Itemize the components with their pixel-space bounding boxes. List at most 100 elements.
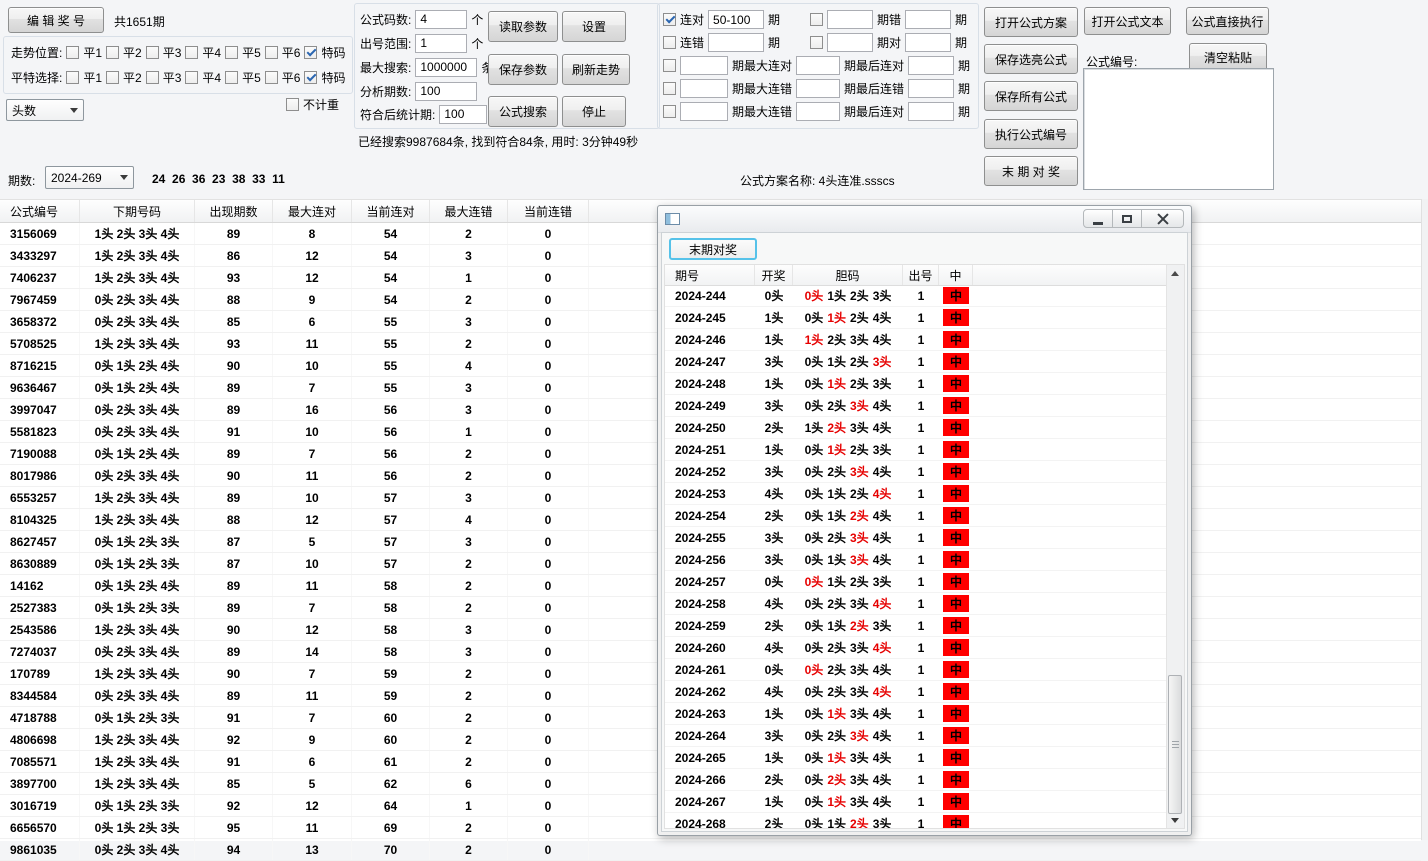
close-button[interactable] xyxy=(1141,209,1184,228)
condition-input[interactable]: 50-100 xyxy=(708,10,764,29)
popup-table-row[interactable]: 2024-2651头0头1头3头4头1中 xyxy=(665,747,1167,769)
popup-table-row[interactable]: 2024-2440头0头1头2头3头1中 xyxy=(665,285,1167,307)
condition-checkbox[interactable] xyxy=(810,36,823,49)
no-repeat-option[interactable]: 不计重 xyxy=(286,96,343,112)
popup-table-row[interactable]: 2024-2662头0头2头3头4头1中 xyxy=(665,769,1167,791)
condition-input[interactable] xyxy=(708,33,764,52)
checkbox-平1[interactable] xyxy=(66,71,79,84)
popup-table-row[interactable]: 2024-2570头0头1头2头3头1中 xyxy=(665,571,1167,593)
condition-input[interactable] xyxy=(905,10,951,29)
checkbox-平5[interactable] xyxy=(225,46,238,59)
condition-checkbox[interactable] xyxy=(663,82,676,95)
popup-scrollbar[interactable] xyxy=(1166,265,1184,828)
popup-table-row[interactable]: 2024-2542头0头1头2头4头1中 xyxy=(665,505,1167,527)
button-停止[interactable]: 停止 xyxy=(562,96,626,127)
minimize-button[interactable] xyxy=(1083,209,1113,228)
condition-checkbox[interactable] xyxy=(663,36,676,49)
button-保存参数[interactable]: 保存参数 xyxy=(488,54,558,85)
button-公式搜索[interactable]: 公式搜索 xyxy=(488,96,558,127)
condition-input[interactable] xyxy=(905,33,951,52)
condition-input[interactable] xyxy=(908,79,954,98)
checkbox-平3[interactable] xyxy=(146,46,159,59)
condition-label: 期最后连错 xyxy=(844,80,904,97)
no-repeat-checkbox[interactable] xyxy=(286,98,299,111)
condition-input[interactable] xyxy=(827,33,873,52)
condition-input[interactable] xyxy=(796,56,840,75)
popup-table-row[interactable]: 2024-2604头0头2头3头4头1中 xyxy=(665,637,1167,659)
checkbox-平4[interactable] xyxy=(185,46,198,59)
popup-table-row[interactable]: 2024-2451头0头1头2头4头1中 xyxy=(665,307,1167,329)
condition-checkbox[interactable] xyxy=(810,13,823,26)
param-input[interactable]: 1 xyxy=(415,34,467,53)
condition-input[interactable] xyxy=(796,102,840,121)
popup-table-row[interactable]: 2024-2624头0头2头3头4头1中 xyxy=(665,681,1167,703)
button-设置[interactable]: 设置 xyxy=(562,11,626,42)
last-period-check-button[interactable]: 末 期 对 奖 xyxy=(984,156,1078,186)
popup-table-row[interactable]: 2024-2553头0头2头3头4头1中 xyxy=(665,527,1167,549)
condition-input[interactable] xyxy=(796,79,840,98)
condition-input[interactable] xyxy=(827,10,873,29)
param-input[interactable]: 100 xyxy=(415,82,477,101)
formula-direct-exec-button[interactable]: 公式直接执行 xyxy=(1186,7,1269,35)
scroll-down-button[interactable] xyxy=(1167,812,1183,828)
head-count-dropdown[interactable]: 头数 xyxy=(6,99,84,121)
popup-table-row[interactable]: 2024-2493头0头2头3头4头1中 xyxy=(665,395,1167,417)
formula-id-textarea[interactable] xyxy=(1083,68,1274,190)
clear-paste-button[interactable]: 清空粘贴 xyxy=(1189,43,1267,71)
save-selected-formula-button[interactable]: 保存选亮公式 xyxy=(984,44,1078,74)
popup-table-row[interactable]: 2024-2473头0头1头2头3头1中 xyxy=(665,351,1167,373)
period-dropdown[interactable]: 2024-269 xyxy=(45,166,134,189)
checkbox-平2[interactable] xyxy=(106,71,119,84)
table-row[interactable]: 98610350头 2头 3头 4头94137020 xyxy=(0,839,1421,861)
popup-table-row[interactable]: 2024-2592头0头1头2头3头1中 xyxy=(665,615,1167,637)
exec-formula-id-button[interactable]: 执行公式编号 xyxy=(984,119,1078,149)
checkbox-特码[interactable] xyxy=(304,46,317,59)
param-input[interactable]: 1000000 xyxy=(415,58,477,77)
button-读取参数[interactable]: 读取参数 xyxy=(488,11,558,42)
popup-table-row[interactable]: 2024-2461头1头2头3头4头1中 xyxy=(665,329,1167,351)
param-input[interactable]: 4 xyxy=(415,10,467,29)
popup-titlebar[interactable] xyxy=(658,206,1191,233)
code-item: 0头 xyxy=(805,793,824,810)
popup-table-row[interactable]: 2024-2671头0头1头3头4头1中 xyxy=(665,791,1167,813)
save-all-formula-button[interactable]: 保存所有公式 xyxy=(984,81,1078,111)
param-input[interactable]: 100 xyxy=(439,105,487,124)
checkbox-平1[interactable] xyxy=(66,46,79,59)
open-formula-scheme-button[interactable]: 打开公式方案 xyxy=(984,7,1078,37)
main-table-scrollbar[interactable] xyxy=(1421,199,1428,840)
popup-table-row[interactable]: 2024-2511头0头1头2头3头1中 xyxy=(665,439,1167,461)
popup-table-row[interactable]: 2024-2631头0头1头3头4头1中 xyxy=(665,703,1167,725)
scroll-up-button[interactable] xyxy=(1167,265,1183,281)
condition-input[interactable] xyxy=(908,102,954,121)
condition-checkbox[interactable] xyxy=(663,59,676,72)
popup-table-row[interactable]: 2024-2584头0头2头3头4头1中 xyxy=(665,593,1167,615)
checkbox-平6[interactable] xyxy=(265,71,278,84)
checkbox-平2[interactable] xyxy=(106,46,119,59)
condition-checkbox[interactable] xyxy=(663,13,676,26)
popup-table-row[interactable]: 2024-2563头0头1头3头4头1中 xyxy=(665,549,1167,571)
popup-table-row[interactable]: 2024-2643头0头2头3头4头1中 xyxy=(665,725,1167,747)
scroll-thumb[interactable] xyxy=(1168,675,1182,814)
tab-last-period-check[interactable]: 末期对奖 xyxy=(669,238,757,260)
code-item: 1头 xyxy=(827,309,846,326)
condition-input[interactable] xyxy=(680,102,728,121)
maximize-button[interactable] xyxy=(1112,209,1142,228)
condition-checkbox[interactable] xyxy=(663,105,676,118)
popup-table-row[interactable]: 2024-2502头1头2头3头4头1中 xyxy=(665,417,1167,439)
popup-table-row[interactable]: 2024-2481头0头1头2头3头1中 xyxy=(665,373,1167,395)
button-刷新走势[interactable]: 刷新走势 xyxy=(562,54,630,85)
checkbox-平6[interactable] xyxy=(265,46,278,59)
popup-table-row[interactable]: 2024-2610头0头2头3头4头1中 xyxy=(665,659,1167,681)
condition-input[interactable] xyxy=(680,56,728,75)
checkbox-平4[interactable] xyxy=(185,71,198,84)
popup-table-row[interactable]: 2024-2534头0头1头2头4头1中 xyxy=(665,483,1167,505)
edit-prize-number-button[interactable]: 编 辑 奖 号 xyxy=(8,7,104,33)
condition-input[interactable] xyxy=(680,79,728,98)
checkbox-平3[interactable] xyxy=(146,71,159,84)
condition-input[interactable] xyxy=(908,56,954,75)
popup-table-row[interactable]: 2024-2682头0头1头2头3头1中 xyxy=(665,813,1167,828)
checkbox-特码[interactable] xyxy=(304,71,317,84)
open-formula-text-button[interactable]: 打开公式文本 xyxy=(1084,7,1171,35)
popup-table-row[interactable]: 2024-2523头0头2头3头4头1中 xyxy=(665,461,1167,483)
checkbox-平5[interactable] xyxy=(225,71,238,84)
